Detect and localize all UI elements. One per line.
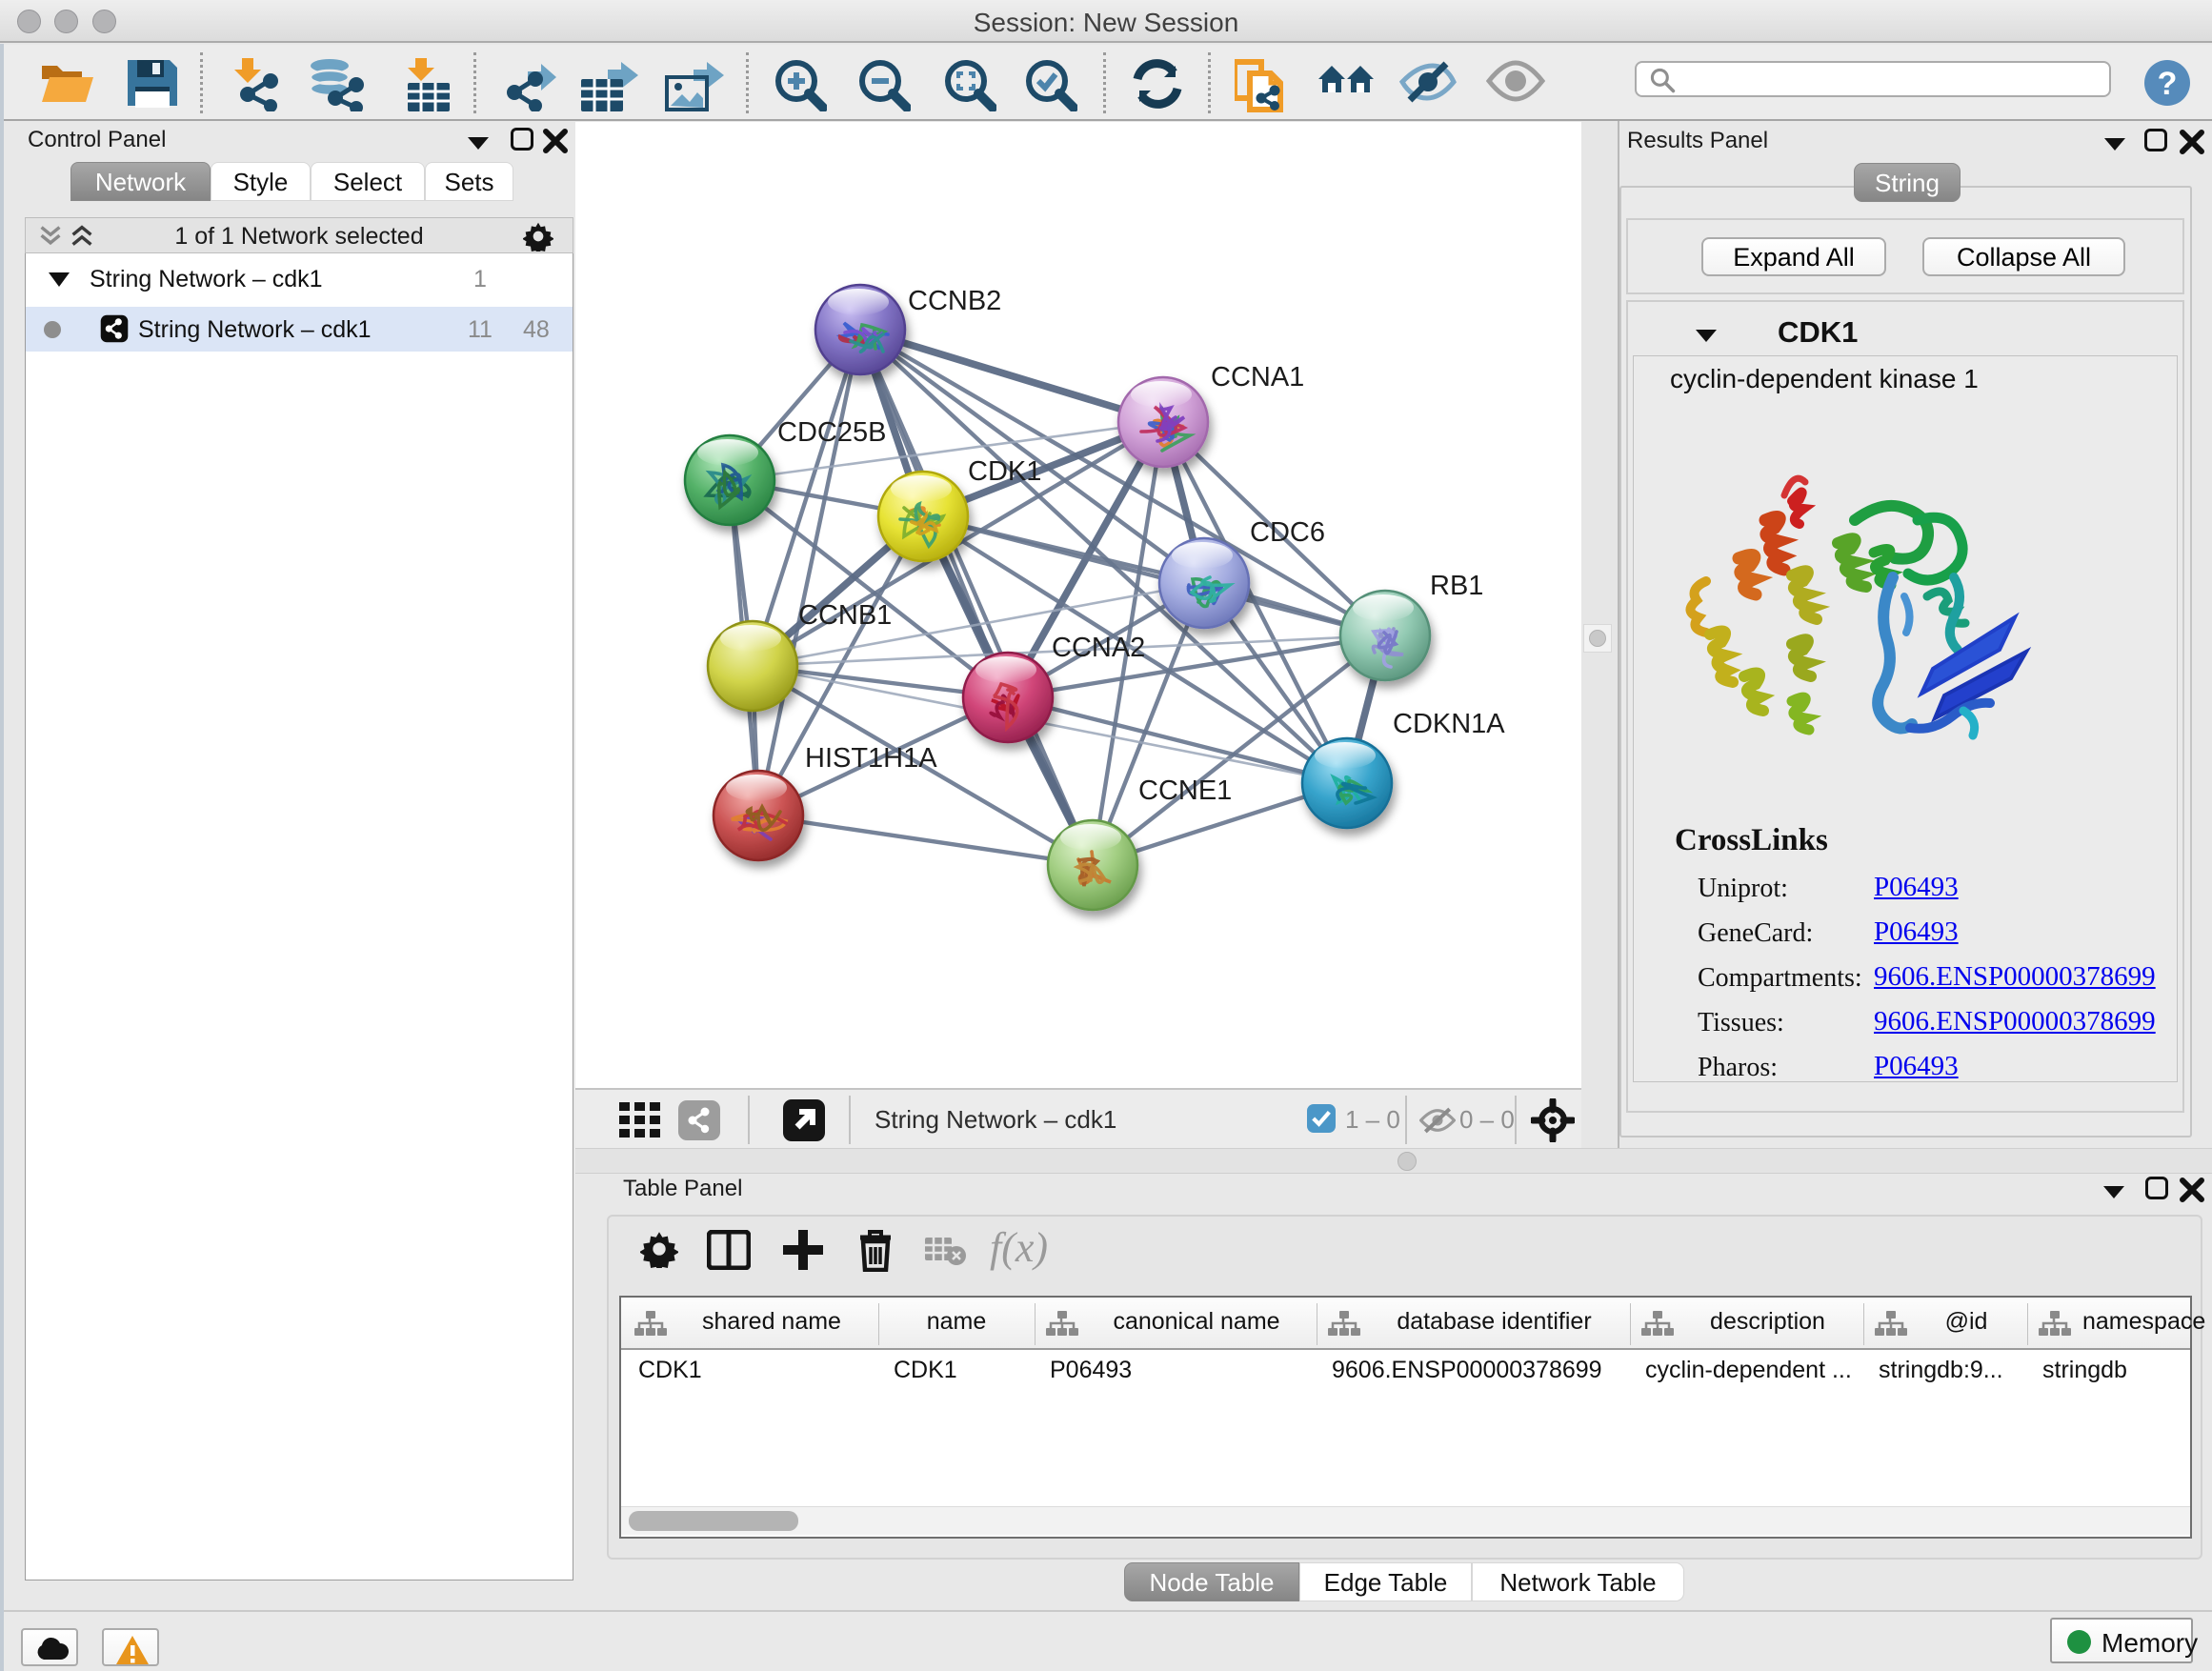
svg-text:CCNA2: CCNA2 [1052, 633, 1145, 663]
svg-text:CCNB1: CCNB1 [798, 600, 892, 631]
svg-text:CCNA1: CCNA1 [1211, 362, 1304, 393]
svg-text:CCNB2: CCNB2 [908, 286, 1001, 316]
svg-text:CDC25B: CDC25B [777, 417, 886, 448]
svg-text:CDK1: CDK1 [968, 456, 1041, 487]
svg-text:CCNE1: CCNE1 [1138, 775, 1232, 806]
svg-text:?: ? [2158, 66, 2178, 102]
svg-text:CDKN1A: CDKN1A [1393, 709, 1505, 739]
svg-text:HIST1H1A: HIST1H1A [805, 743, 937, 774]
svg-text:RB1: RB1 [1430, 571, 1483, 601]
svg-text:CDC6: CDC6 [1250, 517, 1325, 548]
